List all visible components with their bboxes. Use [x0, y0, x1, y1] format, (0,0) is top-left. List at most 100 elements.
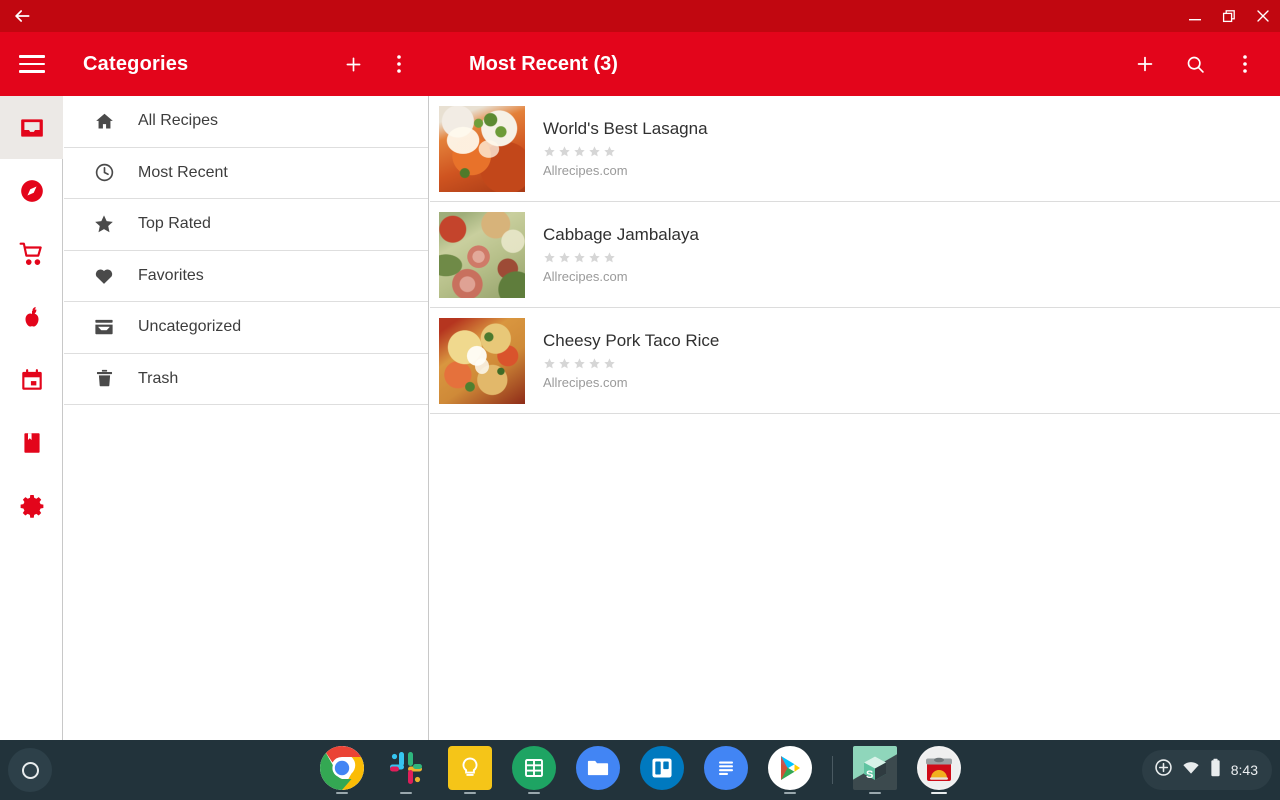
close-button[interactable]	[1246, 0, 1280, 32]
add-recipe-button[interactable]	[1120, 32, 1170, 96]
recipe-title: World's Best Lasagna	[543, 119, 708, 139]
category-item-trash[interactable]: Trash	[64, 354, 428, 406]
shelf-app-play-store[interactable]	[768, 746, 812, 794]
app-bar: Categories Most Recent (3)	[0, 32, 1280, 96]
apple-icon	[19, 304, 45, 330]
category-item-top-rated[interactable]: Top Rated	[64, 199, 428, 251]
shopping-cart-icon	[19, 241, 45, 267]
home-icon	[92, 109, 116, 133]
battery-icon[interactable]	[1209, 758, 1222, 782]
shelf-app-trello[interactable]	[640, 746, 684, 794]
sketchup-icon: S	[853, 746, 897, 790]
hamburger-menu-icon[interactable]	[0, 32, 64, 96]
system-tray[interactable]: 8:43	[1142, 750, 1272, 790]
clock-time[interactable]: 8:43	[1231, 762, 1258, 778]
recipe-rating[interactable]	[543, 251, 699, 264]
shelf-app-slack[interactable]	[384, 746, 428, 794]
categories-overflow-menu-icon[interactable]	[376, 32, 422, 96]
category-item-all-recipes[interactable]: All Recipes	[64, 96, 428, 148]
recipe-rating[interactable]	[543, 145, 708, 158]
minimize-button[interactable]	[1178, 0, 1212, 32]
recipe-source: Allrecipes.com	[543, 269, 699, 284]
inbox-icon	[19, 115, 45, 141]
shelf-app-sheets[interactable]	[512, 746, 556, 794]
rail-item-shopping-list[interactable]	[0, 222, 63, 285]
add-category-button[interactable]	[330, 32, 376, 96]
files-icon	[576, 746, 620, 790]
category-label: Most Recent	[138, 164, 228, 182]
rail-item-meal-planner[interactable]	[0, 348, 63, 411]
category-label: Top Rated	[138, 215, 211, 233]
app-running-indicator	[931, 792, 947, 795]
recipes-overflow-menu-icon[interactable]	[1220, 32, 1270, 96]
shelf-app-recipe-keeper[interactable]	[917, 746, 961, 794]
rail-item-nutrition[interactable]	[0, 285, 63, 348]
rail-item-recipe-box[interactable]	[0, 96, 63, 159]
category-item-most-recent[interactable]: Most Recent	[64, 148, 428, 200]
category-label: Uncategorized	[138, 318, 241, 336]
recipe-source: Allrecipes.com	[543, 163, 708, 178]
app-running-indicator	[869, 792, 881, 795]
shelf-app-chrome[interactable]	[320, 746, 364, 794]
recipe-thumbnail	[439, 212, 525, 298]
categories-panel-title: Categories	[83, 53, 188, 76]
gear-icon	[19, 493, 45, 519]
category-item-favorites[interactable]: Favorites	[64, 251, 428, 303]
recipe-list-item[interactable]: Cabbage Jambalaya Allrecipes.com	[430, 202, 1280, 308]
recipe-thumbnail	[439, 106, 525, 192]
clock-icon	[92, 161, 116, 185]
shelf-app-docs[interactable]	[704, 746, 748, 794]
shelf-app-keep[interactable]	[448, 746, 492, 794]
window-titlebar	[0, 0, 1280, 32]
compass-icon	[19, 178, 45, 204]
chromeos-shelf: S	[0, 740, 1280, 800]
category-label: Favorites	[138, 267, 204, 285]
recipe-list-title: Most Recent (3)	[469, 32, 618, 96]
recipe-title: Cheesy Pork Taco Rice	[543, 331, 719, 351]
heart-icon	[92, 264, 116, 288]
category-label: Trash	[138, 370, 178, 388]
recipe-source: Allrecipes.com	[543, 375, 719, 390]
docs-icon	[704, 746, 748, 790]
icon-rail	[0, 96, 63, 740]
window-controls	[1178, 0, 1280, 32]
app-running-indicator	[528, 792, 540, 795]
inbox-tray-icon	[92, 315, 116, 339]
trash-icon	[92, 367, 116, 391]
back-arrow-icon[interactable]	[0, 0, 44, 32]
rail-item-cookbooks[interactable]	[0, 411, 63, 474]
wifi-icon[interactable]	[1182, 759, 1200, 782]
recipe-thumbnail	[439, 318, 525, 404]
recipe-keeper-icon	[917, 746, 961, 790]
calendar-icon	[19, 367, 45, 393]
shelf-separator	[832, 756, 833, 784]
category-item-uncategorized[interactable]: Uncategorized	[64, 302, 428, 354]
trello-icon	[640, 746, 684, 790]
rail-item-settings[interactable]	[0, 474, 63, 537]
recipe-list-actions	[1120, 32, 1270, 96]
shelf-app-list: S	[0, 740, 1280, 800]
recipe-rating[interactable]	[543, 357, 719, 370]
categories-actions	[330, 32, 422, 96]
app-body: All Recipes Most Recent Top Rated	[0, 96, 1280, 740]
shelf-app-sketchup[interactable]: S	[853, 746, 897, 794]
plus-circle-icon[interactable]	[1154, 758, 1173, 782]
category-label: All Recipes	[138, 112, 218, 130]
app-running-indicator	[464, 792, 476, 795]
shelf-app-files[interactable]	[576, 746, 620, 794]
recipe-info: Cabbage Jambalaya Allrecipes.com	[543, 225, 699, 284]
sheets-icon	[512, 746, 556, 790]
recipe-list-item[interactable]: World's Best Lasagna Allrecipes.com	[430, 96, 1280, 202]
keep-icon	[448, 746, 492, 790]
recipe-info: Cheesy Pork Taco Rice Allrecipes.com	[543, 331, 719, 390]
recipe-title: Cabbage Jambalaya	[543, 225, 699, 245]
chrome-icon	[320, 746, 364, 790]
restore-button[interactable]	[1212, 0, 1246, 32]
chromeos-window: Categories Most Recent (3)	[0, 0, 1280, 800]
recipe-list-item[interactable]: Cheesy Pork Taco Rice Allrecipes.com	[430, 308, 1280, 414]
categories-list: All Recipes Most Recent Top Rated	[64, 96, 429, 740]
rail-item-explore[interactable]	[0, 159, 63, 222]
slack-icon	[384, 746, 428, 790]
search-icon[interactable]	[1170, 32, 1220, 96]
recipe-list: World's Best Lasagna Allrecipes.com	[430, 96, 1280, 740]
